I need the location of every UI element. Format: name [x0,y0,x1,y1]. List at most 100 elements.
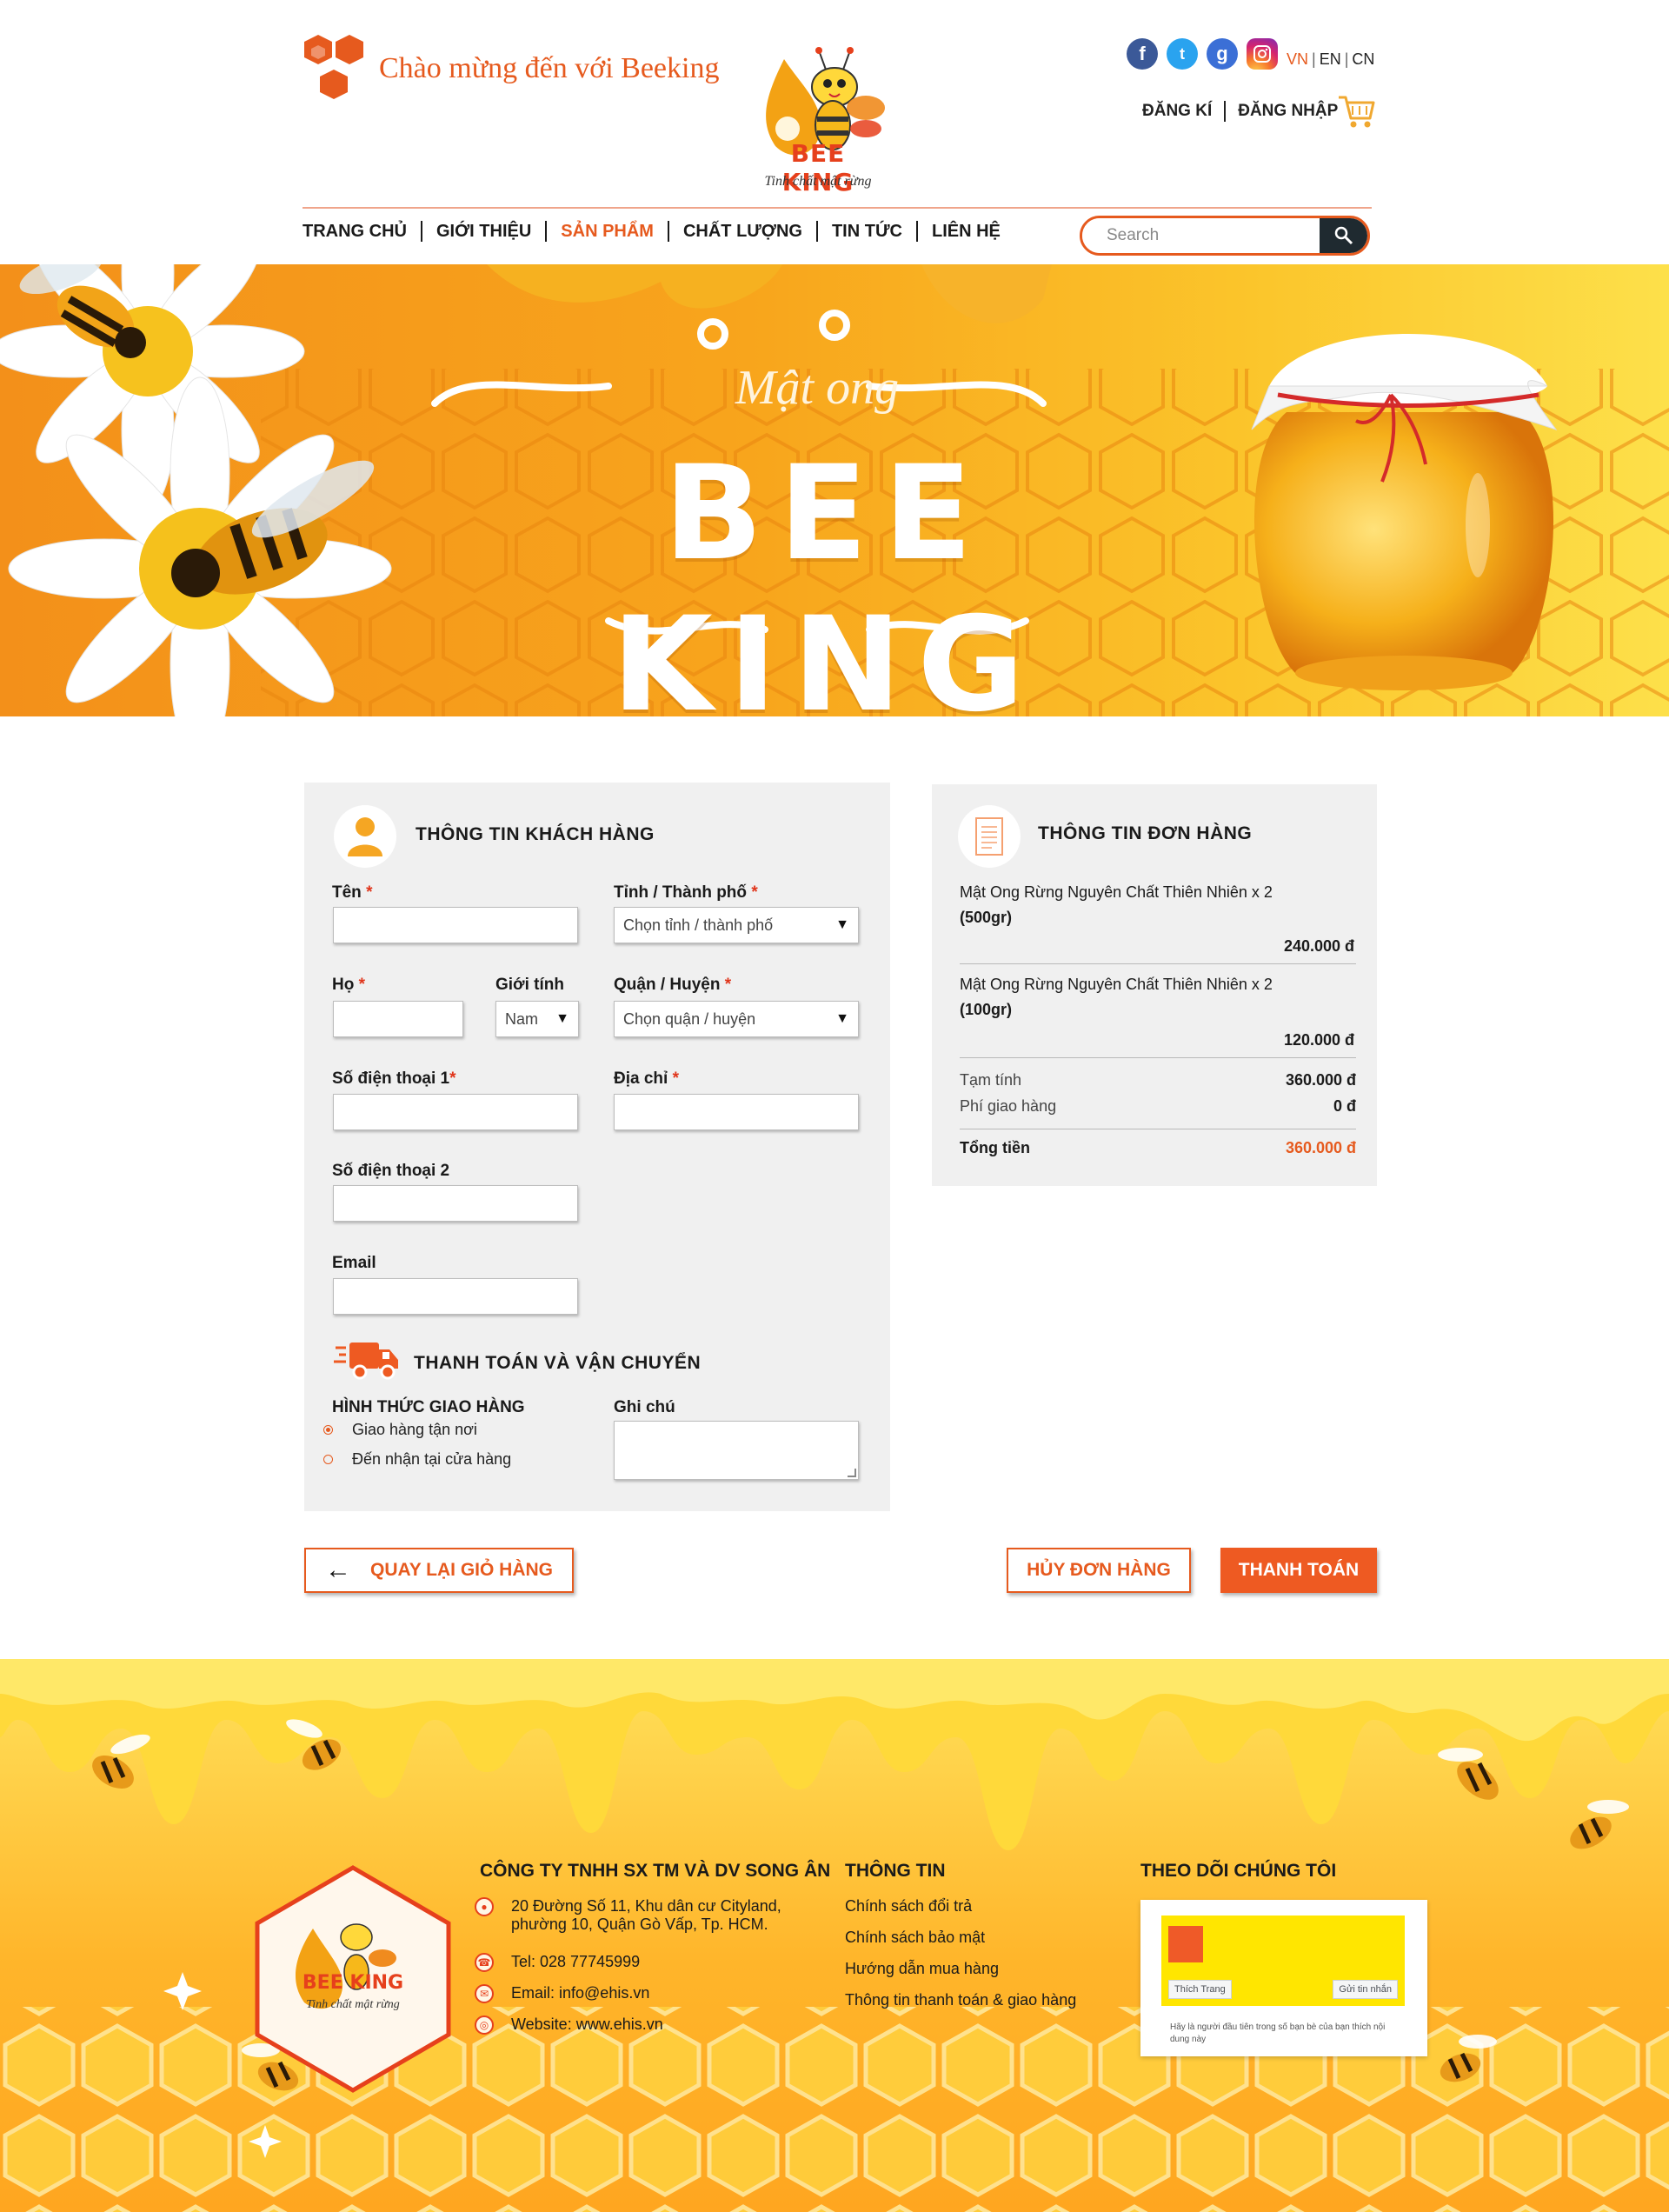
nav-contact[interactable]: LIÊN HỆ [932,222,1001,242]
search-input[interactable] [1082,218,1320,253]
hero-banner: Mật ong BEE KING [0,264,1669,716]
header-divider [303,207,1372,209]
address-label: Địa chỉ * [614,1069,679,1088]
nav-home[interactable]: TRANG CHỦ [303,222,407,242]
order-item-price: 240.000 đ [1283,937,1354,955]
pay-button[interactable]: THANH TOÁN [1220,1548,1377,1593]
shipping-heading: THANH TOÁN VÀ VẬN CHUYỂN [414,1353,702,1373]
footer-link-returns[interactable]: Chính sách đổi trả [845,1897,972,1916]
radio-unselected[interactable] [323,1455,333,1464]
nav-about[interactable]: GIỚI THIỆU [436,222,531,242]
facebook-cover: Thích Trang Gửi tin nhắn [1161,1916,1405,2006]
footer-bee [1570,1800,1629,1849]
delivery-method-label: HÌNH THỨC GIAO HÀNG [332,1398,525,1416]
globe-icon: ◎ [475,2015,494,2035]
invoice-icon [958,805,1021,868]
subtotal-row: Tạm tính 360.000 đ [960,1071,1356,1089]
phone2-input[interactable] [333,1185,578,1222]
phone1-input[interactable] [333,1094,578,1130]
total-row: Tổng tiền 360.000 đ [960,1139,1356,1156]
footer-phone: ☎ Tel: 028 77745999 [475,1953,640,1972]
order-item: Mật Ong Rừng Nguyên Chất Thiên Nhiên x 2… [960,976,1358,1019]
banner-title: BEE KING [611,438,1041,716]
cancel-order-button[interactable]: HỦY ĐƠN HÀNG [1007,1548,1191,1593]
first-name-input[interactable] [333,907,578,943]
delivery-option-store[interactable]: Đến nhận tại cửa hàng [323,1450,511,1469]
back-to-cart-button[interactable]: ← QUAY LẠI GIỎ HÀNG [304,1548,574,1593]
last-name-input[interactable] [333,1001,463,1037]
auth-links: ĐĂNG KÍ ĐĂNG NHẬP [1142,101,1338,122]
site-footer: BEE KING Tinh chất mật rừng CÔNG TY TNHH… [0,1659,1669,2212]
order-info-panel: THÔNG TIN ĐƠN HÀNG Mật Ong Rừng Nguyên C… [932,784,1377,1186]
province-select[interactable]: Chọn tỉnh / thành phố ▼ [614,907,859,943]
instagram-icon[interactable] [1247,38,1278,70]
user-icon [334,805,396,868]
radio-selected[interactable] [323,1425,333,1435]
footer-bee [1438,1748,1499,1800]
welcome-block: Chào mừng đến với Beeking [303,33,719,104]
order-item-price: 120.000 đ [1283,1031,1354,1049]
lang-cn[interactable]: CN [1352,50,1374,68]
gender-select[interactable]: Nam ▼ [495,1001,579,1037]
footer-info-title: THÔNG TIN [845,1861,946,1881]
last-name-label: Họ * [332,976,366,994]
note-textarea[interactable] [614,1421,859,1480]
twitter-icon[interactable]: t [1167,38,1198,70]
lang-en[interactable]: EN [1320,50,1341,68]
order-divider [960,963,1356,964]
mail-icon: ✉ [475,1984,494,2003]
province-label: Tỉnh / Thành phố * [614,883,758,902]
search-button[interactable] [1320,218,1367,253]
search-box [1080,216,1370,256]
facebook-page-avatar [1168,1926,1203,1962]
phone1-label: Số điện thoại 1* [332,1069,456,1088]
district-select[interactable]: Chọn quận / huyện ▼ [614,1001,859,1037]
facebook-icon[interactable]: f [1127,38,1158,70]
footer-link-payment-shipping[interactable]: Thông tin thanh toán & giao hàng [845,1991,1076,2009]
facebook-like-button[interactable]: Thích Trang [1168,1980,1232,1999]
resize-grip-icon[interactable] [848,1469,856,1477]
address-input[interactable] [614,1094,859,1130]
email-input[interactable] [333,1278,578,1315]
brand-tagline: Tinh chất mật rừng [764,174,872,189]
order-item-size: (100gr) [960,1001,1013,1018]
facebook-message-button[interactable]: Gửi tin nhắn [1333,1980,1398,1999]
order-item-name: Mật Ong Rừng Nguyên Chất Thiên Nhiên x 2 [960,976,1273,993]
google-plus-icon[interactable]: g [1207,38,1238,70]
shipping-fee-row: Phí giao hàng 0 đ [960,1097,1356,1115]
customer-info-panel: THÔNG TIN KHÁCH HÀNG Tên * Tỉnh / Thành … [304,783,890,1511]
footer-company-name: CÔNG TY TNHH SX TM VÀ DV SONG ÂN [480,1861,831,1881]
login-link[interactable]: ĐĂNG NHẬP [1238,102,1338,121]
nav-news[interactable]: TIN TỨC [832,222,902,242]
order-item-name: Mật Ong Rừng Nguyên Chất Thiên Nhiên x 2 [960,883,1273,901]
district-label: Quận / Huyện * [614,976,732,994]
site-header: Chào mừng đến với Beeking BEE KING Tinh … [0,0,1669,264]
note-label: Ghi chú [614,1398,675,1416]
caret-down-icon: ▼ [835,917,849,932]
footer-link-privacy[interactable]: Chính sách bảo mật [845,1929,985,1947]
nav-products[interactable]: SẢN PHẨM [561,222,654,242]
caret-down-icon: ▼ [835,1011,849,1026]
cart-icon[interactable] [1337,94,1375,129]
footer-follow-title: THEO DÕI CHÚNG TÔI [1140,1861,1337,1881]
delivery-option-home[interactable]: Giao hàng tận nơi [323,1421,477,1439]
footer-brand-tagline: Tinh chất mật rừng [306,1998,400,2011]
nav-quality[interactable]: CHẤT LƯỢNG [683,222,802,242]
order-item: Mật Ong Rừng Nguyên Chất Thiên Nhiên x 2… [960,883,1358,927]
order-item-size: (500gr) [960,909,1013,926]
social-links: f t g [1127,38,1278,70]
lang-vn[interactable]: VN [1287,50,1308,68]
customer-heading: THÔNG TIN KHÁCH HÀNG [416,824,655,844]
facebook-widget-note: Hãy là người đầu tiên trong số bạn bè củ… [1170,2022,1386,2044]
banner-script-text: Mật ong [735,361,900,415]
honey-jar [1251,334,1558,690]
order-heading: THÔNG TIN ĐƠN HÀNG [1038,823,1253,843]
first-name-label: Tên * [332,883,373,902]
footer-link-buying-guide[interactable]: Hướng dẫn mua hàng [845,1960,999,1978]
phone2-label: Số điện thoại 2 [332,1162,450,1180]
register-link[interactable]: ĐĂNG KÍ [1142,102,1212,121]
gender-label: Giới tính [495,976,564,994]
welcome-text: Chào mừng đến với Beeking [379,52,720,84]
phone-icon: ☎ [475,1953,494,1972]
facebook-page-widget[interactable]: Thích Trang Gửi tin nhắn Hãy là người đầ… [1140,1900,1427,2056]
